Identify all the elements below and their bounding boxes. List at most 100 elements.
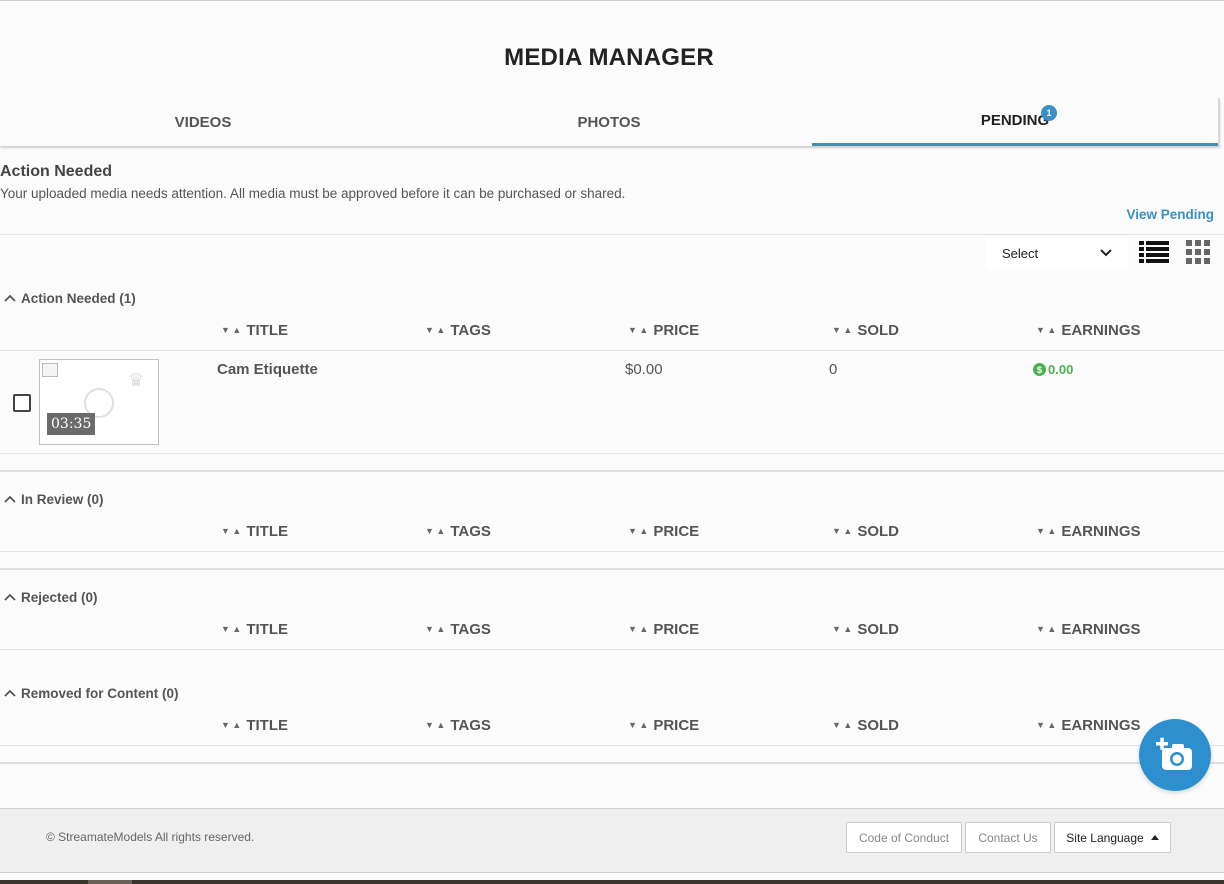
sort-arrows-icon: ▼ ▲ bbox=[221, 624, 242, 634]
section-action-needed-toggle[interactable]: Action Needed (1) bbox=[4, 291, 136, 306]
item-price: $0.00 bbox=[625, 361, 663, 378]
sort-title[interactable]: ▼ ▲ TITLE bbox=[221, 714, 288, 736]
contact-us-button[interactable]: Contact Us bbox=[965, 822, 1051, 853]
sort-arrows-icon: ▼ ▲ bbox=[1036, 720, 1057, 730]
sort-price[interactable]: ▼ ▲ PRICE bbox=[628, 319, 699, 341]
sort-price[interactable]: ▼ ▲ PRICE bbox=[628, 618, 699, 640]
sort-arrows-icon: ▼ ▲ bbox=[1036, 526, 1057, 536]
sort-earnings[interactable]: ▼ ▲ EARNINGS bbox=[1036, 714, 1141, 736]
sort-title[interactable]: ▼ ▲ TITLE bbox=[221, 520, 288, 542]
sort-arrows-icon: ▼ ▲ bbox=[425, 624, 446, 634]
section-divider bbox=[0, 762, 1224, 764]
column-label: TAGS bbox=[450, 716, 491, 734]
sort-sold[interactable]: ▼ ▲ SOLD bbox=[832, 520, 899, 542]
column-label: TAGS bbox=[450, 522, 491, 540]
sort-arrows-icon: ▼ ▲ bbox=[832, 624, 853, 634]
sort-sold[interactable]: ▼ ▲ SOLD bbox=[832, 319, 899, 341]
site-language-label: Site Language bbox=[1066, 830, 1144, 845]
sort-title[interactable]: ▼ ▲ TITLE bbox=[221, 319, 288, 341]
sort-tags[interactable]: ▼ ▲ TAGS bbox=[425, 319, 491, 341]
column-label: PRICE bbox=[653, 321, 700, 339]
section-title: Action Needed (1) bbox=[21, 291, 136, 306]
section-divider bbox=[0, 470, 1224, 472]
section-rejected-toggle[interactable]: Rejected (0) bbox=[4, 590, 98, 605]
item-title[interactable]: Cam Etiquette bbox=[217, 361, 318, 378]
sort-arrows-icon: ▼ ▲ bbox=[628, 526, 649, 536]
sort-earnings[interactable]: ▼ ▲ EARNINGS bbox=[1036, 319, 1141, 341]
sort-arrows-icon: ▼ ▲ bbox=[628, 720, 649, 730]
dollar-coin-icon: $ bbox=[1033, 363, 1046, 376]
pending-count-badge: 1 bbox=[1041, 105, 1057, 121]
sort-price[interactable]: ▼ ▲ PRICE bbox=[628, 714, 699, 736]
column-label: EARNINGS bbox=[1061, 321, 1141, 339]
view-pending-link[interactable]: View Pending bbox=[1126, 207, 1214, 222]
earnings-value: 0.00 bbox=[1048, 362, 1074, 377]
divider bbox=[0, 649, 1224, 650]
sort-tags[interactable]: ▼ ▲ TAGS bbox=[425, 618, 491, 640]
tab-pending-label: PENDING bbox=[980, 112, 1050, 129]
divider bbox=[0, 551, 1224, 552]
table-row: ♛ 03:35 Cam Etiquette $0.00 0 $ 0.00 bbox=[0, 351, 1224, 453]
column-header-row: ▼ ▲ TITLE ▼ ▲ TAGS ▼ ▲ PRICE ▼ ▲ SOLD ▼ ▲ EAR… bbox=[0, 618, 1224, 640]
sort-tags[interactable]: ▼ ▲ TAGS bbox=[425, 520, 491, 542]
column-label: EARNINGS bbox=[1061, 522, 1141, 540]
sort-arrows-icon: ▼ ▲ bbox=[425, 720, 446, 730]
select-value: Select bbox=[1002, 245, 1039, 261]
column-label: TAGS bbox=[450, 620, 491, 638]
sort-sold[interactable]: ▼ ▲ SOLD bbox=[832, 714, 899, 736]
add-photo-icon bbox=[1156, 737, 1192, 770]
code-of-conduct-button[interactable]: Code of Conduct bbox=[846, 822, 962, 853]
site-language-button[interactable]: Site Language bbox=[1054, 822, 1171, 853]
sort-arrows-icon: ▼ ▲ bbox=[628, 624, 649, 634]
sort-earnings[interactable]: ▼ ▲ EARNINGS bbox=[1036, 520, 1141, 542]
video-thumbnail[interactable]: ♛ 03:35 bbox=[39, 359, 159, 445]
column-label: PRICE bbox=[653, 716, 700, 734]
chevron-up-icon bbox=[4, 294, 16, 302]
column-label: SOLD bbox=[857, 716, 899, 734]
sort-price[interactable]: ▼ ▲ PRICE bbox=[628, 520, 699, 542]
sort-arrows-icon: ▼ ▲ bbox=[628, 325, 649, 335]
notice-heading: Action Needed bbox=[0, 163, 113, 180]
item-earnings: $ 0.00 bbox=[1033, 362, 1073, 377]
sort-arrows-icon: ▼ ▲ bbox=[221, 720, 242, 730]
section-title: Rejected (0) bbox=[21, 590, 98, 605]
tab-photos[interactable]: PHOTOS bbox=[406, 98, 812, 146]
grid-view-icon[interactable] bbox=[1186, 240, 1210, 264]
column-label: SOLD bbox=[857, 522, 899, 540]
sort-arrows-icon: ▼ ▲ bbox=[221, 526, 242, 536]
sort-arrows-icon: ▼ ▲ bbox=[221, 325, 242, 335]
notice-description: Your uploaded media needs attention. All… bbox=[0, 186, 626, 201]
bulk-action-select[interactable]: Select bbox=[986, 238, 1128, 268]
column-label: PRICE bbox=[653, 620, 700, 638]
section-title: In Review (0) bbox=[21, 492, 104, 507]
section-removed-toggle[interactable]: Removed for Content (0) bbox=[4, 686, 179, 701]
column-label: TITLE bbox=[246, 321, 288, 339]
divider bbox=[0, 234, 1224, 235]
sort-arrows-icon: ▼ ▲ bbox=[1036, 624, 1057, 634]
media-tabs: VIDEOS PHOTOS PENDING 1 bbox=[0, 98, 1220, 146]
chevron-up-icon bbox=[4, 689, 16, 697]
tab-pending[interactable]: PENDING 1 bbox=[812, 98, 1218, 146]
sort-tags[interactable]: ▼ ▲ TAGS bbox=[425, 714, 491, 736]
add-photo-button[interactable] bbox=[1139, 719, 1211, 791]
sort-title[interactable]: ▼ ▲ TITLE bbox=[221, 618, 288, 640]
broken-image-icon bbox=[42, 363, 58, 377]
row-checkbox[interactable] bbox=[13, 394, 31, 412]
sort-arrows-icon: ▼ ▲ bbox=[832, 526, 853, 536]
sort-earnings[interactable]: ▼ ▲ EARNINGS bbox=[1036, 618, 1141, 640]
column-label: TITLE bbox=[246, 620, 288, 638]
section-title: Removed for Content (0) bbox=[21, 686, 179, 701]
taskbar-segment bbox=[88, 880, 132, 884]
column-label: TAGS bbox=[450, 321, 491, 339]
chevron-up-icon bbox=[4, 495, 16, 503]
column-label: EARNINGS bbox=[1061, 716, 1141, 734]
column-header-row: ▼ ▲ TITLE ▼ ▲ TAGS ▼ ▲ PRICE ▼ ▲ SOLD ▼ ▲ EAR… bbox=[0, 714, 1224, 736]
tab-videos[interactable]: VIDEOS bbox=[0, 98, 406, 146]
sort-sold[interactable]: ▼ ▲ SOLD bbox=[832, 618, 899, 640]
section-in-review-toggle[interactable]: In Review (0) bbox=[4, 492, 104, 507]
column-label: EARNINGS bbox=[1061, 620, 1141, 638]
column-label: SOLD bbox=[857, 620, 899, 638]
taskbar-strip bbox=[0, 880, 1224, 884]
list-view-icon[interactable] bbox=[1139, 240, 1169, 264]
top-border bbox=[0, 0, 1224, 1]
